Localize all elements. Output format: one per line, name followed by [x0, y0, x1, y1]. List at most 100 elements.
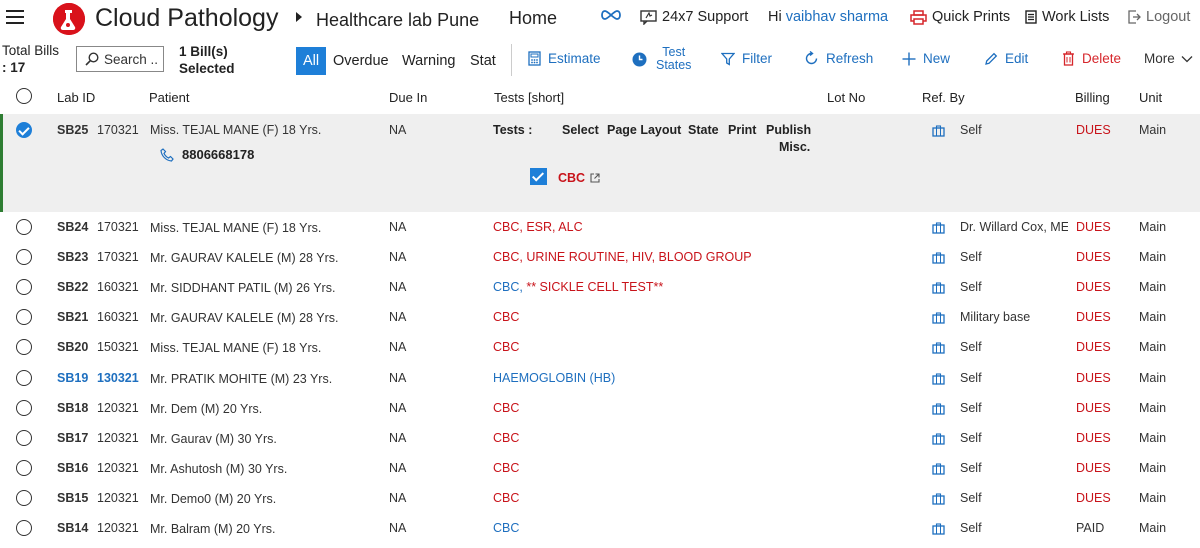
- table-row[interactable]: SB19 130321 Mr. PRATIK MOHITE (M) 23 Yrs. N…: [0, 363, 1200, 393]
- tests-short[interactable]: CBC: [493, 491, 519, 505]
- patient-name[interactable]: Mr. Ashutosh (M) 30 Yrs.: [150, 462, 287, 476]
- row-select-radio[interactable]: [16, 219, 32, 235]
- work-lists-button[interactable]: Work Lists: [1025, 9, 1109, 25]
- tab-all[interactable]: All: [296, 47, 327, 75]
- tests-short[interactable]: CBC: [493, 431, 519, 445]
- tab-overdue[interactable]: Overdue: [333, 47, 389, 75]
- lab-id[interactable]: SB20: [57, 340, 88, 354]
- patient-name[interactable]: Mr. PRATIK MOHITE (M) 23 Yrs.: [150, 372, 332, 386]
- support-chat-link[interactable]: 24x7 Support: [640, 9, 748, 25]
- col-patient[interactable]: Patient: [149, 90, 189, 105]
- billing-status[interactable]: DUES: [1076, 280, 1111, 294]
- tests-short[interactable]: CBC, URINE ROUTINE, HIV, BLOOD GROUP: [493, 250, 752, 264]
- logout-button[interactable]: Logout: [1127, 9, 1190, 25]
- search-input[interactable]: [104, 51, 158, 67]
- publish-misc-action[interactable]: Misc.: [779, 140, 810, 154]
- table-row-selected[interactable]: SB25 170321 Miss. TEJAL MANE (F) 18 Yrs.…: [0, 114, 1200, 212]
- table-row[interactable]: SB22 160321 Mr. SIDDHANT PATIL (M) 26 Yrs.…: [0, 272, 1200, 302]
- test-item[interactable]: CBC: [558, 171, 600, 185]
- lab-id[interactable]: SB14: [57, 521, 88, 535]
- row-select-radio[interactable]: [16, 249, 32, 265]
- col-lot-no[interactable]: Lot No: [827, 90, 865, 105]
- table-row[interactable]: SB16 120321 Mr. Ashutosh (M) 30 Yrs. NA CBC S…: [0, 453, 1200, 483]
- patient-phone[interactable]: 8806668178: [160, 147, 254, 162]
- patient-name[interactable]: Miss. TEJAL MANE (F) 18 Yrs.: [150, 123, 321, 137]
- patient-name[interactable]: Mr. Balram (M) 20 Yrs.: [150, 522, 275, 536]
- tab-stat[interactable]: Stat: [470, 47, 496, 75]
- patient-name[interactable]: Mr. Demo0 (M) 20 Yrs.: [150, 492, 276, 506]
- row-select-radio[interactable]: [16, 122, 32, 138]
- search-box[interactable]: [76, 46, 164, 72]
- tests-short[interactable]: CBC: [493, 521, 519, 535]
- table-row[interactable]: SB14 120321 Mr. Balram (M) 20 Yrs. NA CBC Sel…: [0, 513, 1200, 543]
- support-link[interactable]: [599, 9, 645, 21]
- patient-name[interactable]: Miss. TEJAL MANE (F) 18 Yrs.: [150, 341, 321, 355]
- tests-short[interactable]: CBC: [493, 310, 519, 324]
- col-unit[interactable]: Unit: [1139, 90, 1162, 105]
- billing-status[interactable]: PAID: [1076, 521, 1104, 535]
- test-item-checkbox[interactable]: [530, 168, 547, 185]
- billing-status[interactable]: DUES: [1076, 491, 1111, 505]
- lab-id[interactable]: SB19: [57, 371, 88, 385]
- patient-name[interactable]: Mr. SIDDHANT PATIL (M) 26 Yrs.: [150, 281, 335, 295]
- home-link[interactable]: Home: [509, 8, 557, 29]
- row-select-radio[interactable]: [16, 400, 32, 416]
- publish-action[interactable]: Publish: [766, 123, 811, 137]
- billing-status[interactable]: DUES: [1076, 371, 1111, 385]
- table-row[interactable]: SB18 120321 Mr. Dem (M) 20 Yrs. NA CBC Self DU…: [0, 393, 1200, 423]
- tests-short[interactable]: HAEMOGLOBIN (HB): [493, 371, 615, 385]
- filter-button[interactable]: Filter: [721, 51, 772, 66]
- lab-id[interactable]: SB16: [57, 461, 88, 475]
- billing-status[interactable]: DUES: [1076, 401, 1111, 415]
- col-lab-id[interactable]: Lab ID: [57, 90, 95, 105]
- billing-status[interactable]: DUES: [1076, 220, 1111, 234]
- table-row[interactable]: SB20 150321 Miss. TEJAL MANE (F) 18 Yrs. NA…: [0, 332, 1200, 362]
- row-select-radio[interactable]: [16, 430, 32, 446]
- row-select-radio[interactable]: [16, 309, 32, 325]
- billing-status[interactable]: DUES: [1076, 340, 1111, 354]
- state-action[interactable]: State: [688, 123, 719, 137]
- tests-short[interactable]: CBC: [493, 461, 519, 475]
- tests-short[interactable]: CBC: [493, 340, 519, 354]
- lab-id[interactable]: SB23: [57, 250, 88, 264]
- more-menu-button[interactable]: More: [1144, 51, 1193, 66]
- lab-id[interactable]: SB18: [57, 401, 88, 415]
- quick-prints-button[interactable]: Quick Prints: [910, 9, 1010, 25]
- tab-warning[interactable]: Warning: [402, 47, 455, 75]
- tests-short[interactable]: CBC, ** SICKLE CELL TEST**: [493, 280, 663, 294]
- patient-name[interactable]: Mr. Gaurav (M) 30 Yrs.: [150, 432, 277, 446]
- table-row[interactable]: SB24 170321 Miss. TEJAL MANE (F) 18 Yrs. NA…: [0, 212, 1200, 242]
- lab-id[interactable]: SB22: [57, 280, 88, 294]
- col-due-in[interactable]: Due In: [389, 90, 427, 105]
- billing-status[interactable]: DUES: [1076, 310, 1111, 324]
- page-layout-action[interactable]: Page Layout: [607, 123, 681, 137]
- row-select-radio[interactable]: [16, 490, 32, 506]
- lab-id[interactable]: SB25: [57, 123, 88, 137]
- tests-short[interactable]: CBC: [493, 401, 519, 415]
- lab-id[interactable]: SB24: [57, 220, 88, 234]
- tests-short[interactable]: CBC, ESR, ALC: [493, 220, 583, 234]
- lab-id[interactable]: SB15: [57, 491, 88, 505]
- col-tests[interactable]: Tests [short]: [494, 90, 564, 105]
- patient-name[interactable]: Mr. GAURAV KALELE (M) 28 Yrs.: [150, 251, 338, 265]
- patient-name[interactable]: Mr. Dem (M) 20 Yrs.: [150, 402, 262, 416]
- lab-id[interactable]: SB17: [57, 431, 88, 445]
- billing-status[interactable]: DUES: [1076, 250, 1111, 264]
- estimate-button[interactable]: Estimate: [528, 51, 601, 66]
- test-states-button[interactable]: Test States: [632, 46, 691, 72]
- delete-button[interactable]: Delete: [1062, 51, 1121, 66]
- select-action[interactable]: Select: [562, 123, 599, 137]
- select-all-radio[interactable]: [16, 88, 32, 104]
- row-select-radio[interactable]: [16, 460, 32, 476]
- hamburger-menu-icon[interactable]: [6, 10, 24, 24]
- user-greeting[interactable]: Hi vaibhav sharma: [768, 9, 888, 25]
- table-row[interactable]: SB15 120321 Mr. Demo0 (M) 20 Yrs. NA CBC Self…: [0, 483, 1200, 513]
- print-action[interactable]: Print: [728, 123, 756, 137]
- table-row[interactable]: SB17 120321 Mr. Gaurav (M) 30 Yrs. NA CBC Sel…: [0, 423, 1200, 453]
- edit-button[interactable]: Edit: [984, 51, 1028, 66]
- billing-status[interactable]: DUES: [1076, 123, 1111, 137]
- col-ref-by[interactable]: Ref. By: [922, 90, 965, 105]
- billing-status[interactable]: DUES: [1076, 461, 1111, 475]
- row-select-radio[interactable]: [16, 370, 32, 386]
- new-button[interactable]: New: [902, 51, 950, 66]
